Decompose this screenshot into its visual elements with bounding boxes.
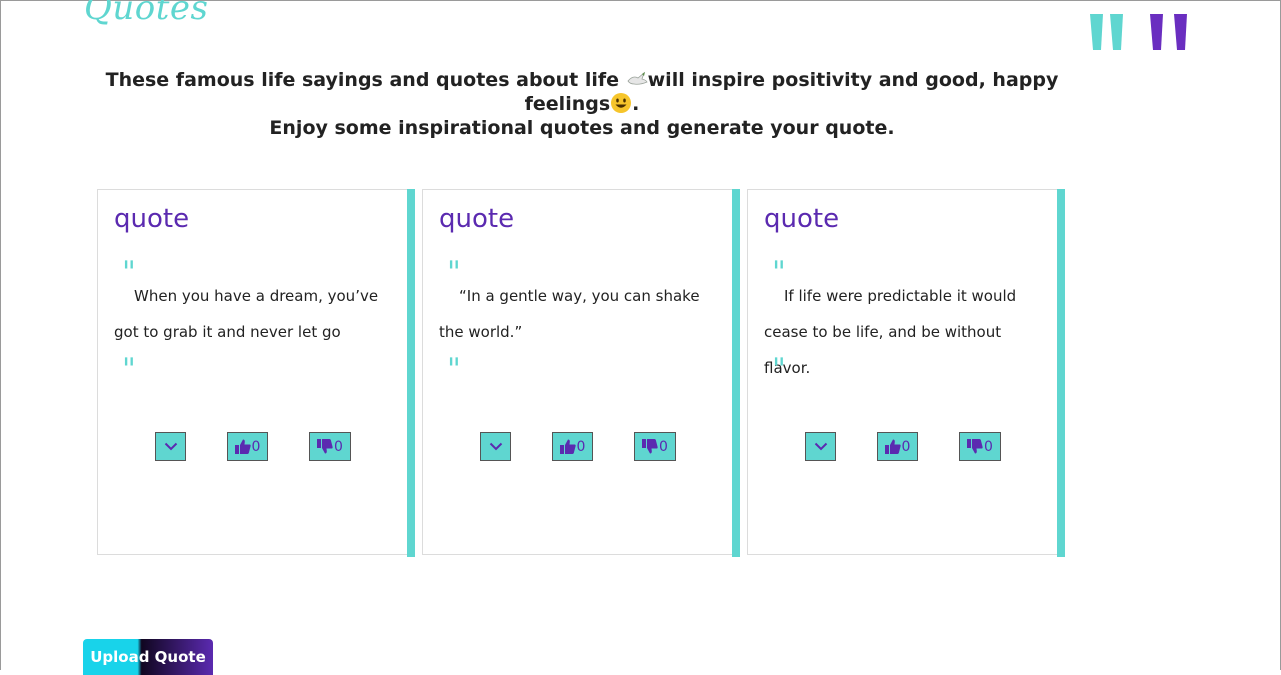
close-quote-mark: " (447, 352, 461, 387)
quote-text: “In a gentle way, you can shake the worl… (439, 287, 700, 341)
site-logo[interactable]: Quotes (84, 0, 208, 28)
dislike-button[interactable]: 0 (309, 432, 351, 461)
intro-line-1-part-1: These famous life sayings and quotes abo… (105, 69, 619, 91)
card-accent-bar (732, 189, 740, 557)
expand-button[interactable] (805, 432, 836, 461)
dislike-count: 0 (334, 438, 343, 455)
thumbs-down-icon (967, 439, 983, 454)
window-border-left (0, 0, 1, 670)
dislike-count: 0 (984, 438, 993, 455)
dove-emoji-icon (627, 71, 648, 85)
quote-card: quote " When you have a dream, you’ve go… (97, 189, 415, 557)
close-quote-mark: " (772, 352, 786, 387)
quote-marks-decor-icon (1090, 14, 1187, 50)
expand-button[interactable] (155, 432, 186, 461)
like-count: 0 (251, 438, 261, 455)
card-title: quote (439, 204, 515, 234)
like-button[interactable]: 0 (227, 432, 268, 461)
expand-button[interactable] (480, 432, 511, 461)
intro-line-1-end: . (632, 93, 640, 115)
smile-emoji-icon (611, 93, 632, 113)
quote-card: quote " If life were predictable it woul… (747, 189, 1065, 557)
chevron-down-icon (164, 442, 177, 451)
chevron-down-icon (489, 442, 502, 451)
like-button[interactable]: 0 (877, 432, 918, 461)
card-accent-bar (407, 189, 415, 557)
thumbs-down-icon (642, 439, 658, 454)
quote-text: When you have a dream, you’ve got to gra… (114, 287, 379, 341)
like-count: 0 (576, 438, 586, 455)
dislike-count: 0 (659, 438, 668, 455)
card-title: quote (114, 204, 190, 234)
intro-text: These famous life sayings and quotes abo… (90, 68, 1074, 140)
quote-text: If life were predictable it would cease … (764, 287, 1017, 377)
thumbs-up-icon (884, 439, 901, 454)
close-quote-mark: " (122, 352, 136, 387)
card-accent-bar (1057, 189, 1065, 557)
like-count: 0 (901, 438, 911, 455)
chevron-down-icon (814, 442, 827, 451)
thumbs-up-icon (559, 439, 576, 454)
intro-line-2: Enjoy some inspirational quotes and gene… (269, 117, 895, 139)
quote-card: quote " “In a gentle way, you can shake … (422, 189, 740, 557)
like-button[interactable]: 0 (552, 432, 593, 461)
intro-line-1: These famous life sayings and quotes abo… (90, 68, 1074, 116)
card-title: quote (764, 204, 840, 234)
thumbs-down-icon (317, 439, 333, 454)
thumbs-up-icon (234, 439, 251, 454)
dislike-button[interactable]: 0 (959, 432, 1001, 461)
dislike-button[interactable]: 0 (634, 432, 676, 461)
